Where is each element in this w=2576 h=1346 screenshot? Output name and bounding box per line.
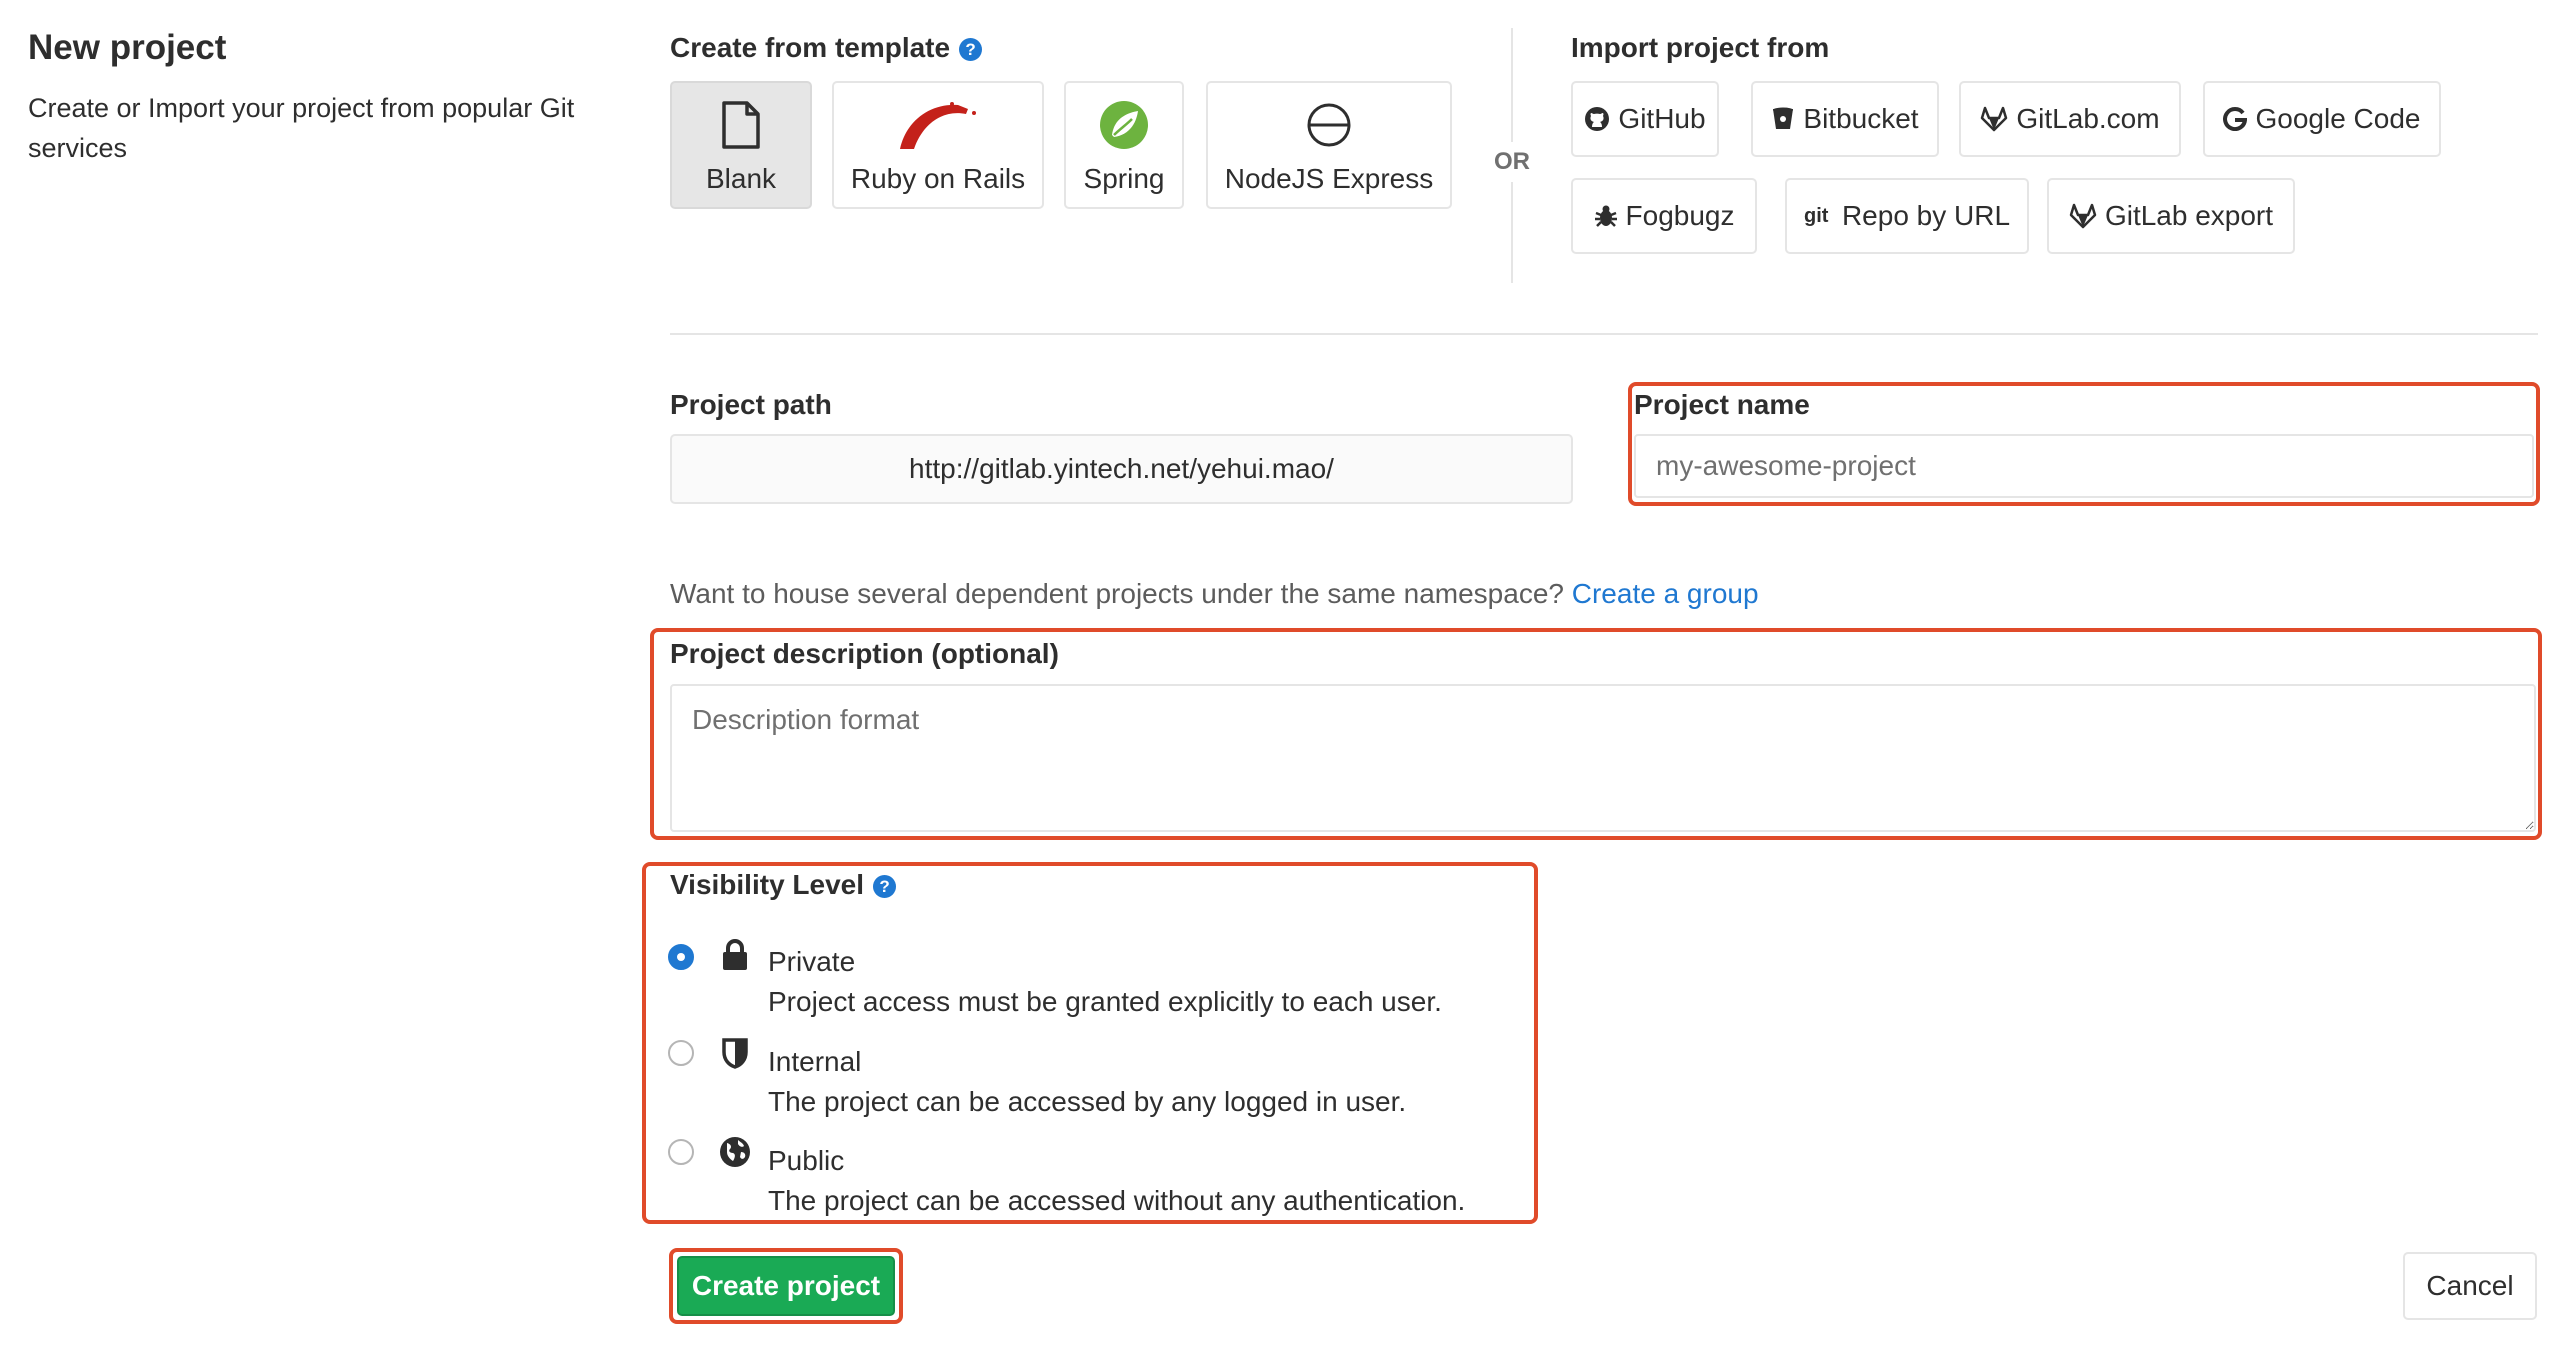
import-gitlab-button[interactable]: GitLab.com xyxy=(1959,81,2181,157)
private-description: Project access must be granted explicitl… xyxy=(768,986,1442,1017)
intro-panel: New project Create or Import your projec… xyxy=(28,28,608,168)
template-section-title: Create from template? xyxy=(670,32,983,64)
github-icon xyxy=(1584,106,1610,132)
import-github-label: GitHub xyxy=(1618,103,1706,134)
import-gitlab-label: GitLab.com xyxy=(2016,103,2160,134)
template-rails-button[interactable]: Ruby on Rails xyxy=(832,81,1044,209)
public-radio[interactable] xyxy=(668,1139,694,1165)
bitbucket-icon xyxy=(1771,106,1795,132)
project-description-input[interactable] xyxy=(670,684,2536,832)
internal-description: The project can be accessed by any logge… xyxy=(768,1086,1407,1117)
globe-icon xyxy=(718,1135,752,1169)
template-express-button[interactable]: NodeJS Express xyxy=(1206,81,1452,209)
git-icon: git xyxy=(1804,203,1834,229)
import-repo-url-button[interactable]: git Repo by URL xyxy=(1785,178,2029,254)
private-radio[interactable] xyxy=(668,944,694,970)
import-bitbucket-label: Bitbucket xyxy=(1803,103,1919,134)
create-group-link[interactable]: Create a group xyxy=(1572,578,1759,609)
section-divider xyxy=(670,333,2538,335)
import-google-code-label: Google Code xyxy=(2255,103,2421,134)
template-blank-button[interactable]: Blank xyxy=(670,81,812,209)
import-google-code-button[interactable]: Google Code xyxy=(2203,81,2441,157)
visibility-level-label: Visibility Level xyxy=(670,869,865,900)
private-title: Private xyxy=(768,946,856,977)
template-title-text: Create from template xyxy=(670,32,951,63)
bug-icon xyxy=(1594,203,1618,229)
public-title: Public xyxy=(768,1145,845,1176)
create-project-button[interactable]: Create project xyxy=(677,1256,895,1316)
template-blank-label: Blank xyxy=(705,163,777,194)
import-fogbugz-label: Fogbugz xyxy=(1625,200,1735,231)
google-icon xyxy=(2223,107,2248,131)
or-divider-text: OR xyxy=(1490,142,1534,182)
spring-icon xyxy=(1098,95,1150,155)
import-gitlab-export-label: GitLab export xyxy=(2104,200,2274,231)
project-description-label: Project description (optional) xyxy=(670,638,1059,669)
express-icon xyxy=(1305,95,1353,155)
public-description: The project can be accessed without any … xyxy=(768,1185,1466,1216)
project-path-value: http://gitlab.yintech.net/yehui.mao/ xyxy=(909,453,1334,484)
group-hint: Want to house several dependent projects… xyxy=(670,578,1759,610)
project-path-label: Project path xyxy=(670,389,832,420)
import-fogbugz-button[interactable]: Fogbugz xyxy=(1571,178,1757,254)
template-spring-label: Spring xyxy=(1083,163,1165,194)
template-rails-label: Ruby on Rails xyxy=(850,163,1026,194)
cancel-button[interactable]: Cancel xyxy=(2403,1252,2537,1320)
page-title: New project xyxy=(28,28,227,67)
shield-icon xyxy=(718,1036,752,1070)
lock-icon xyxy=(718,938,752,972)
project-name-input[interactable] xyxy=(1634,434,2534,498)
group-hint-text: Want to house several dependent projects… xyxy=(670,578,1564,609)
import-section-title: Import project from xyxy=(1571,32,1830,63)
import-repo-url-label: Repo by URL xyxy=(1841,200,2011,231)
import-bitbucket-button[interactable]: Bitbucket xyxy=(1751,81,1939,157)
template-express-label: NodeJS Express xyxy=(1224,163,1434,194)
gitlab-icon xyxy=(1980,106,2008,132)
rails-icon xyxy=(896,95,980,155)
help-icon[interactable]: ? xyxy=(959,38,983,61)
project-path-field: http://gitlab.yintech.net/yehui.mao/ xyxy=(670,434,1573,504)
internal-radio[interactable] xyxy=(668,1040,694,1066)
svg-text:git: git xyxy=(1804,205,1829,227)
template-spring-button[interactable]: Spring xyxy=(1064,81,1184,209)
help-icon[interactable]: ? xyxy=(873,875,897,898)
internal-title: Internal xyxy=(768,1046,862,1077)
new-project-page: New project Create or Import your projec… xyxy=(0,0,2576,1346)
visibility-level-section-title: Visibility Level? xyxy=(670,869,897,901)
project-name-label: Project name xyxy=(1634,389,1810,420)
page-subtitle: Create or Import your project from popul… xyxy=(28,93,575,163)
file-icon xyxy=(721,95,761,155)
import-gitlab-export-button[interactable]: GitLab export xyxy=(2047,178,2295,254)
gitlab-icon xyxy=(2069,203,2097,229)
import-github-button[interactable]: GitHub xyxy=(1571,81,1719,157)
